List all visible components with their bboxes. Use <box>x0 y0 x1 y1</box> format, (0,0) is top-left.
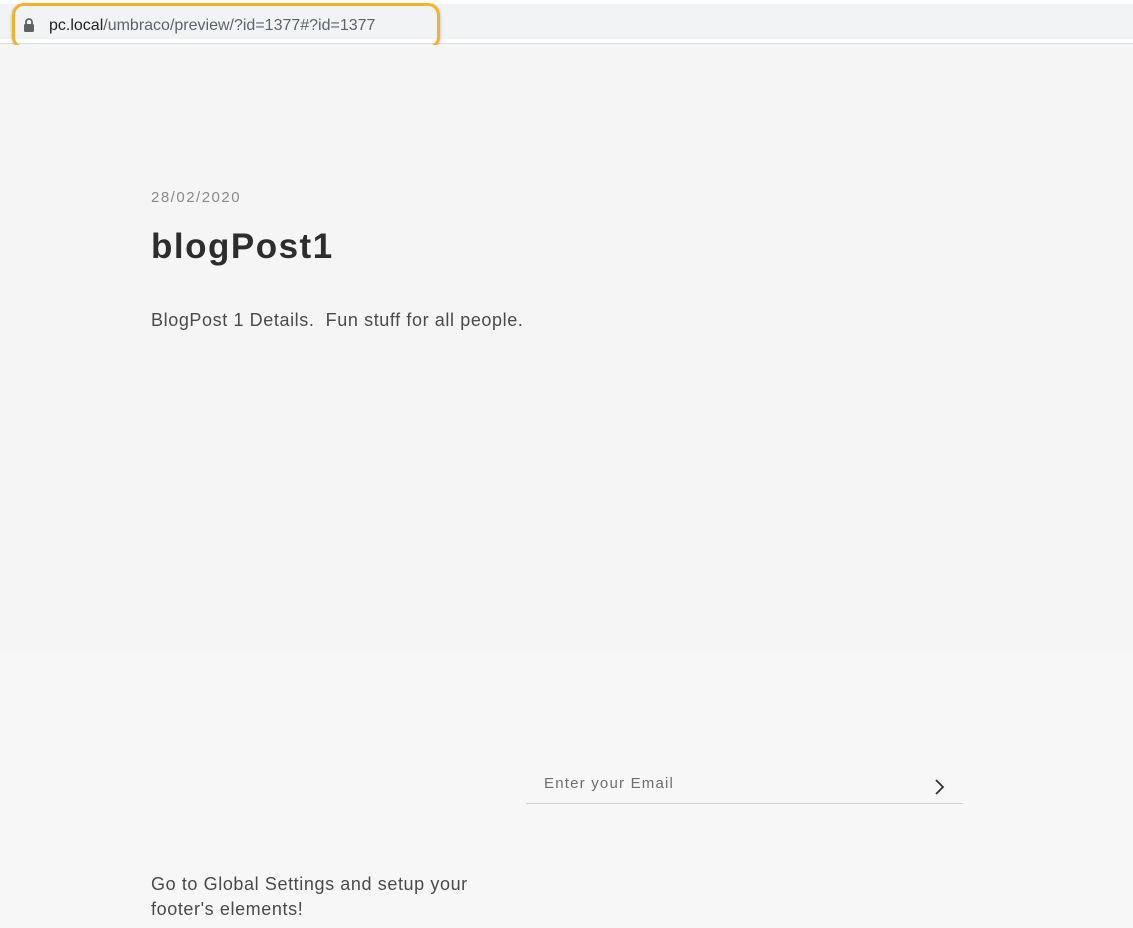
post-title: blogPost1 <box>151 227 334 266</box>
blog-post-section: 28/02/2020 blogPost1 BlogPost 1 Details.… <box>0 45 1133 652</box>
post-body: BlogPost 1 Details. Fun stuff for all pe… <box>151 310 524 330</box>
email-input[interactable] <box>526 764 916 802</box>
footer-setup-text: Go to Global Settings and setup your foo… <box>151 874 468 919</box>
url-highlight-annotation <box>12 3 440 49</box>
page-content: 28/02/2020 blogPost1 BlogPost 1 Details.… <box>0 45 1133 928</box>
chevron-right-icon <box>935 779 945 795</box>
submit-button[interactable] <box>931 777 949 797</box>
post-date: 28/02/2020 <box>151 189 242 206</box>
newsletter-form <box>526 764 963 804</box>
footer: Go to Global Settings and setup your foo… <box>0 652 1133 928</box>
browser-toolbar: pc.local/umbraco/preview/?id=1377#?id=13… <box>0 0 1133 49</box>
